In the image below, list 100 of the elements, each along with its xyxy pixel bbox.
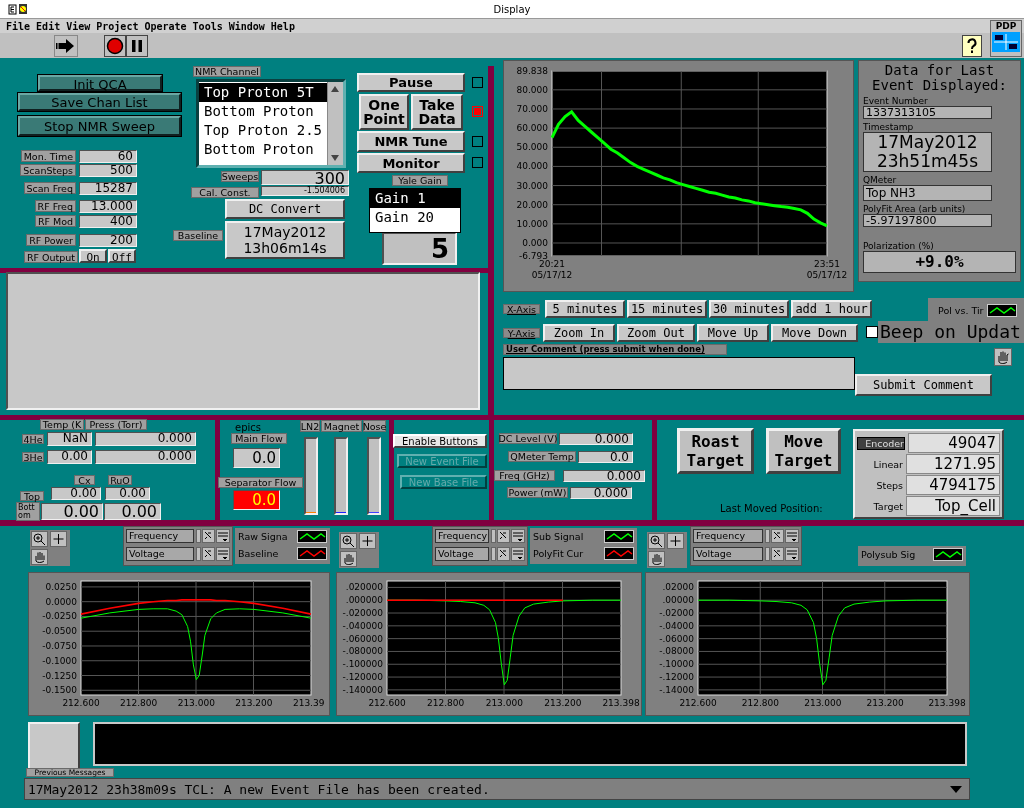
- range-button[interactable]: 5 minutes: [545, 300, 625, 318]
- tick-label: 0.0000: [45, 596, 77, 607]
- tick-label: .02000: [662, 582, 694, 593]
- command-button[interactable]: Save Chan List: [18, 93, 181, 111]
- list-item[interactable]: Gain 20: [370, 208, 460, 227]
- cursor-format-icon[interactable]: [491, 529, 525, 543]
- command-button[interactable]: One Point: [359, 94, 409, 130]
- tick-label: 212.600: [62, 698, 100, 708]
- tick-label: 213.200: [235, 698, 273, 708]
- axis-button[interactable]: Move Up: [697, 324, 769, 342]
- numeric-field[interactable]: 500: [79, 164, 137, 177]
- numeric-field[interactable]: 15287: [79, 182, 137, 195]
- pause-icon[interactable]: [126, 34, 148, 57]
- menu-item[interactable]: Edit: [36, 20, 61, 32]
- tank-label: LN2: [300, 420, 320, 432]
- column-label: Cx: [74, 475, 95, 485]
- menu-item[interactable]: View: [66, 20, 91, 32]
- hand-tool-icon[interactable]: [994, 348, 1012, 366]
- tick-label: 23:51 05/17/12: [806, 259, 848, 280]
- axis-button[interactable]: Zoom Out: [617, 324, 695, 342]
- cursor-label: Voltage: [435, 547, 489, 561]
- axis-button[interactable]: Zoom In: [543, 324, 615, 342]
- list-item[interactable]: Bottom Proton: [199, 102, 327, 121]
- command-button[interactable]: Enable Buttons: [393, 434, 487, 448]
- command-button[interactable]: Stop NMR Sweep: [18, 116, 181, 136]
- submit-button[interactable]: Submit Comment: [855, 374, 992, 396]
- menu-item[interactable]: File: [6, 20, 31, 32]
- menu-item[interactable]: Project: [96, 20, 139, 32]
- tick-label: -.080000: [342, 646, 383, 657]
- cursor-format-icon[interactable]: [196, 529, 230, 543]
- legend-label: Raw Signa: [238, 531, 288, 542]
- numeric-field[interactable]: -1.504006: [261, 186, 349, 196]
- cursor-format-icon[interactable]: [765, 547, 799, 561]
- numeric-field: 0.000: [95, 432, 196, 446]
- help-icon[interactable]: [962, 34, 982, 57]
- tick-label: 0.0250: [45, 581, 77, 592]
- legend-label: PolyFit Cur: [533, 548, 584, 559]
- hand-tool-icon[interactable]: [648, 551, 665, 567]
- tick-label: -0.1500: [42, 685, 77, 696]
- command-button[interactable]: Take Data: [411, 94, 463, 130]
- cursor-format-icon[interactable]: [765, 529, 799, 543]
- hand-tool-icon[interactable]: [31, 549, 48, 565]
- menu-item[interactable]: Help: [270, 20, 295, 32]
- app-icon: [8, 3, 28, 15]
- tick-label: -.10000: [659, 659, 694, 670]
- numeric-field[interactable]: 13.000: [79, 200, 137, 213]
- hand-tool-icon[interactable]: [340, 551, 357, 567]
- list-item[interactable]: Bottom Proton: [199, 140, 327, 159]
- numeric-field: 0.0: [233, 448, 280, 468]
- command-button[interactable]: Init QCA: [38, 75, 162, 91]
- comment-field[interactable]: [503, 357, 855, 390]
- tick-label: 213.398: [928, 698, 966, 708]
- scrollbar[interactable]: [327, 82, 343, 165]
- tick-label: 20:21 05/17/12: [531, 259, 573, 280]
- target-button[interactable]: Roast Target: [677, 428, 754, 474]
- cursor-format-icon[interactable]: [196, 547, 230, 561]
- numeric-field[interactable]: 60: [79, 150, 137, 163]
- cursor-label: Voltage: [126, 547, 194, 561]
- axis-label: Y-Axis: [503, 328, 540, 338]
- command-button[interactable]: DC Convert: [225, 199, 345, 219]
- cursor-label: Voltage: [693, 547, 763, 561]
- menu-item[interactable]: Window: [228, 20, 265, 32]
- range-button[interactable]: add 1 hour: [791, 300, 872, 318]
- channel-list[interactable]: Top Proton 5T Bottom Proton Top Proton 2.5 Bottom Proton: [196, 79, 346, 168]
- target-button[interactable]: Move Target: [766, 428, 841, 474]
- command-button[interactable]: Monitor: [357, 153, 465, 173]
- checkbox[interactable]: [866, 326, 878, 338]
- cursor-format-icon[interactable]: [491, 547, 525, 561]
- tick-label: 0.000: [522, 238, 548, 248]
- stop-icon[interactable]: [104, 34, 126, 57]
- list-item[interactable]: Top Proton 5T: [199, 83, 327, 102]
- menu-item[interactable]: Operate: [144, 20, 187, 32]
- axis-button[interactable]: Move Down: [771, 324, 858, 342]
- toggle-button[interactable]: On: [79, 249, 107, 263]
- context-help-icon[interactable]: PDP: [990, 20, 1022, 57]
- tick-label: 10.000: [516, 218, 548, 229]
- zoom-icon[interactable]: [340, 533, 357, 549]
- list-item[interactable]: Gain 1: [370, 189, 460, 208]
- numeric-field[interactable]: 200: [79, 234, 137, 247]
- range-button[interactable]: 30 minutes: [709, 300, 789, 318]
- command-button[interactable]: NMR Tune: [357, 131, 465, 152]
- crosshair-icon[interactable]: [50, 531, 67, 547]
- zoom-icon[interactable]: [31, 531, 48, 547]
- numeric-field[interactable]: 300: [261, 170, 349, 185]
- panel-title: Data for Last Event Displayed:: [871, 63, 1008, 93]
- toggle-button[interactable]: Off: [108, 249, 136, 263]
- dropdown-arrow-icon[interactable]: [949, 784, 963, 794]
- crosshair-icon[interactable]: [359, 533, 376, 549]
- zoom-icon[interactable]: [648, 533, 665, 549]
- menu-item[interactable]: Tools: [192, 20, 223, 32]
- tank-label: Nose: [363, 420, 386, 432]
- crosshair-icon[interactable]: [667, 533, 684, 549]
- tick-label: -.12000: [659, 672, 694, 683]
- command-button[interactable]: Pause: [357, 73, 465, 92]
- range-button[interactable]: 15 minutes: [627, 300, 707, 318]
- tick-label: 80.000: [516, 84, 548, 95]
- numeric-field[interactable]: 400: [79, 215, 137, 228]
- message-dropdown[interactable]: 17May2012 23h38m09s TCL: A new Event File has been created.: [24, 778, 970, 800]
- list-item[interactable]: Top Proton 2.5: [199, 121, 327, 140]
- gain-list[interactable]: Gain 1 Gain 20: [369, 188, 461, 233]
